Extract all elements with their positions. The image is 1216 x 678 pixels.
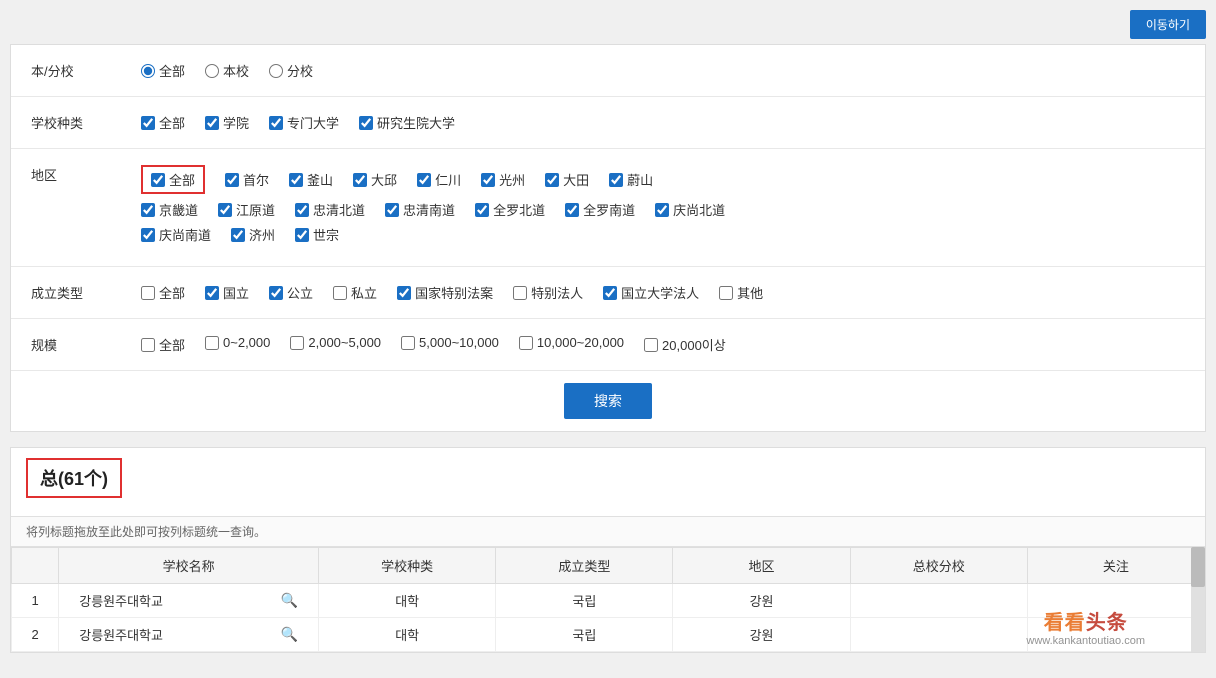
cb-region-gyeongnam[interactable]: 庆尚南道 [141, 225, 211, 244]
cb-est-other[interactable]: 其他 [719, 283, 763, 302]
cb-est-national[interactable]: 国立 [205, 283, 249, 302]
form-row-region: 地区 全部 首尔 釜山 [11, 149, 1205, 267]
cb-region-gwangju[interactable]: 光州 [481, 170, 525, 189]
cb-region-jeju[interactable]: 济州 [231, 225, 275, 244]
label-established: 成立类型 [11, 279, 131, 306]
region-row-2: 京畿道 江原道 忠清北道 忠清南道 [141, 200, 1195, 219]
radio-branch[interactable]: 分校 [269, 61, 313, 80]
cell-branch-1 [850, 584, 1027, 618]
cb-est-national-corp[interactable]: 国立大学法人 [603, 283, 699, 302]
cell-established-1: 국립 [496, 584, 673, 618]
cb-region-busan[interactable]: 釜山 [289, 170, 333, 189]
cb-scale-all[interactable]: 全部 [141, 335, 185, 354]
cb-region-all[interactable]: 全部 [141, 165, 205, 194]
cb-region-chungbuk[interactable]: 忠清北道 [295, 200, 365, 219]
scale-options: 全部 0~2,000 2,000~5,000 5,000~10,000 10,0… [131, 331, 1205, 358]
cb-est-special-law[interactable]: 国家特别法案 [397, 283, 493, 302]
cb-region-daegu[interactable]: 大邱 [353, 170, 397, 189]
cell-name-2: 강릉원주대학교 🔍 [59, 618, 319, 652]
form-row-established: 成立类型 全部 国立 公立 私立 [11, 267, 1205, 319]
col-num [12, 548, 59, 584]
cb-est-special-corp[interactable]: 特别法人 [513, 283, 583, 302]
label-region: 地区 [11, 161, 131, 188]
branch-options: 全部 本校 分校 [131, 57, 1205, 84]
region-content: 全部 首尔 釜山 大邱 [131, 161, 1205, 254]
cb-scale-5000-10000[interactable]: 5,000~10,000 [401, 335, 499, 350]
form-row-school-type: 学校种类 全部 学院 专门大学 研究生院大学 [11, 97, 1205, 149]
cb-type-all[interactable]: 全部 [141, 113, 185, 132]
form-row-scale: 规模 全部 0~2,000 2,000~5,000 5,000~10,000 [11, 319, 1205, 371]
cb-region-chungnam[interactable]: 忠清南道 [385, 200, 455, 219]
scrollbar-thumb[interactable] [1191, 547, 1205, 587]
table-row: 2 강릉원주대학교 🔍 대학 국립 강원 [12, 618, 1205, 652]
col-note: 关注 [1027, 548, 1204, 584]
cb-est-public[interactable]: 公立 [269, 283, 313, 302]
table-header-row: 学校名称 学校种类 成立类型 地区 总校分校 关注 [12, 548, 1205, 584]
cell-type-2: 대학 [319, 618, 496, 652]
radio-main[interactable]: 本校 [205, 61, 249, 80]
cb-scale-20000-plus[interactable]: 20,000이상 [644, 335, 726, 354]
cb-region-jeonbuk[interactable]: 全罗北道 [475, 200, 545, 219]
search-button[interactable]: 搜索 [564, 383, 652, 419]
cb-region-seoul[interactable]: 首尔 [225, 170, 269, 189]
established-options: 全部 国立 公立 私立 国家特别法案 [131, 279, 1205, 306]
cb-type-graduate[interactable]: 研究生院大学 [359, 113, 455, 132]
cb-scale-10000-20000[interactable]: 10,000~20,000 [519, 335, 624, 350]
results-count: 总(61个) [40, 469, 108, 489]
cb-region-gyeongbuk[interactable]: 庆尚北道 [655, 200, 725, 219]
search-icon-1[interactable]: 🔍 [281, 592, 298, 609]
results-table: 学校名称 学校种类 成立类型 地区 总校分校 关注 1 [11, 547, 1205, 652]
cell-established-2: 국립 [496, 618, 673, 652]
cell-type-1: 대학 [319, 584, 496, 618]
search-icon-2[interactable]: 🔍 [281, 626, 298, 643]
cb-scale-2000-5000[interactable]: 2,000~5,000 [290, 335, 381, 350]
table-row: 1 강릉원주대학교 🔍 대학 국립 강원 [12, 584, 1205, 618]
form-row-branch: 本/分校 全部 本校 分校 [11, 45, 1205, 97]
scrollbar-track[interactable] [1191, 547, 1205, 652]
region-row-3: 庆尚南道 济州 世宗 [141, 225, 1195, 244]
cb-est-all[interactable]: 全部 [141, 283, 185, 302]
cell-note-2 [1027, 618, 1204, 652]
cb-region-jeonnam[interactable]: 全罗南道 [565, 200, 635, 219]
region-row-1: 全部 首尔 釜山 大邱 [141, 165, 1195, 194]
school-type-options: 全部 学院 专门大学 研究生院大学 [131, 109, 1205, 136]
label-school-type: 学校种类 [11, 109, 131, 136]
cb-region-gyeonggi[interactable]: 京畿道 [141, 200, 198, 219]
cb-type-college[interactable]: 学院 [205, 113, 249, 132]
cell-region-1: 강원 [673, 584, 850, 618]
col-region: 地区 [673, 548, 850, 584]
cb-region-sejong[interactable]: 世宗 [295, 225, 339, 244]
cb-scale-0-2000[interactable]: 0~2,000 [205, 335, 270, 350]
drag-hint: 将列标题拖放至此处即可按列标题统一查询。 [11, 516, 1205, 547]
cb-region-incheon[interactable]: 仁川 [417, 170, 461, 189]
col-branch: 总校分校 [850, 548, 1027, 584]
cb-type-vocational[interactable]: 专门大学 [269, 113, 339, 132]
col-school-name: 学校名称 [59, 548, 319, 584]
label-branch: 本/分校 [11, 57, 131, 84]
cell-num-1: 1 [12, 584, 59, 618]
table-container: 将列标题拖放至此处即可按列标题统一查询。 学校名称 学校种类 成立类型 地区 总… [11, 516, 1205, 652]
label-scale: 规模 [11, 331, 131, 358]
results-section: 总(61个) 将列标题拖放至此处即可按列标题统一查询。 学校名称 学校种类 成立… [10, 447, 1206, 653]
cb-est-private[interactable]: 私立 [333, 283, 377, 302]
search-form: 本/分校 全部 本校 分校 学校种类 [10, 44, 1206, 432]
col-school-type: 学校种类 [319, 548, 496, 584]
radio-all[interactable]: 全部 [141, 61, 185, 80]
cb-region-gangwon[interactable]: 江原道 [218, 200, 275, 219]
cell-name-1: 강릉원주대학교 🔍 [59, 584, 319, 618]
cell-region-2: 강원 [673, 618, 850, 652]
top-action-button[interactable]: 이동하기 [1130, 10, 1206, 39]
cell-branch-2 [850, 618, 1027, 652]
cell-note-1 [1027, 584, 1204, 618]
search-button-row: 搜索 [11, 371, 1205, 431]
cb-region-ulsan[interactable]: 蔚山 [609, 170, 653, 189]
col-established: 成立类型 [496, 548, 673, 584]
cell-num-2: 2 [12, 618, 59, 652]
cb-region-daejeon[interactable]: 大田 [545, 170, 589, 189]
